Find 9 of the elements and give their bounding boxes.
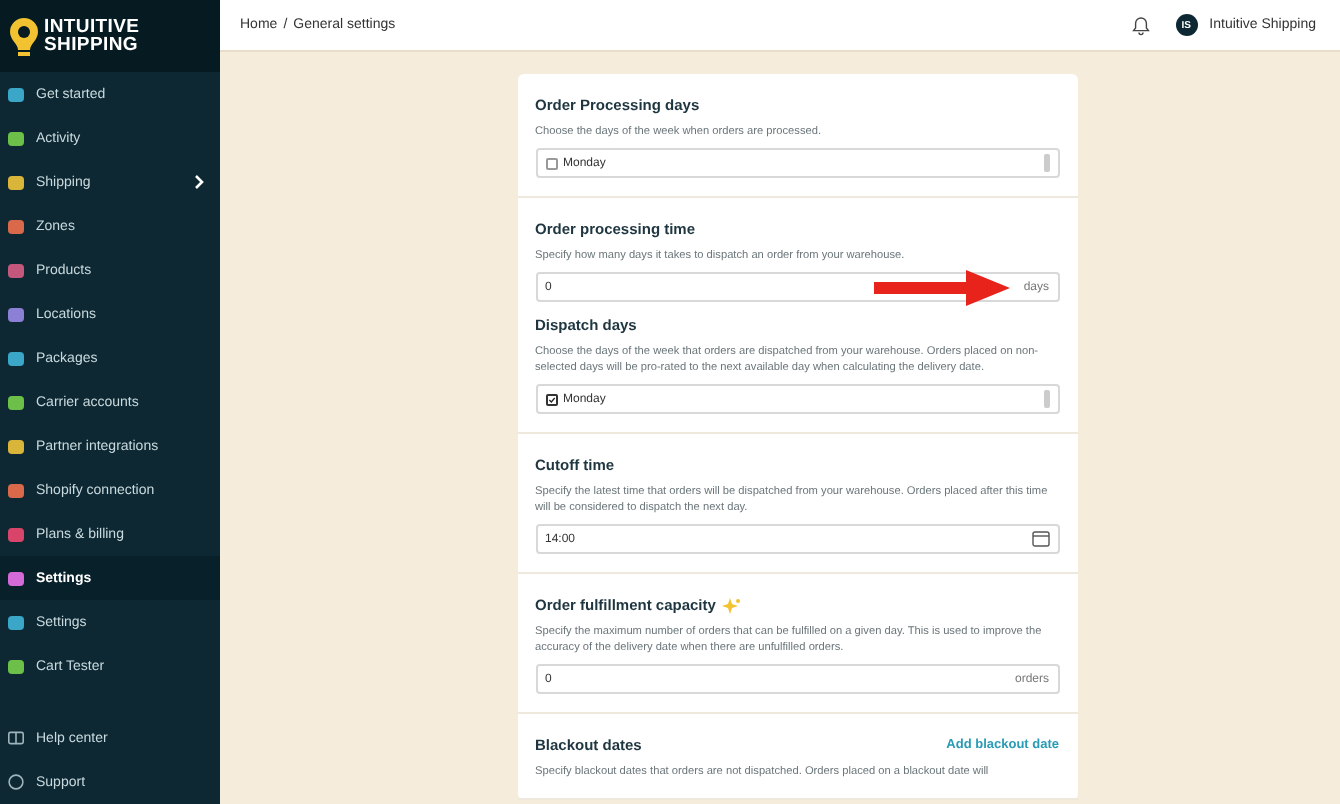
checkbox[interactable] [545, 157, 557, 169]
calendar-icon[interactable] [1031, 530, 1049, 548]
checkbox[interactable] [545, 393, 557, 405]
scrollbar-thumb[interactable] [1043, 154, 1049, 172]
book-icon [8, 730, 24, 746]
logo-icon [10, 17, 38, 55]
scrollbar-thumb[interactable] [1043, 390, 1049, 408]
bell-icon[interactable] [1131, 15, 1150, 35]
logo-text: INTUITIVE SHIPPING [44, 18, 140, 54]
